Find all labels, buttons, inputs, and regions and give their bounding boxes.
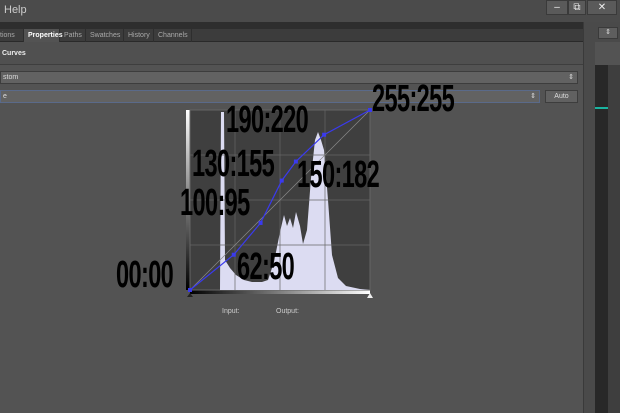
input-label: Input: — [222, 308, 240, 315]
annotation-4: 150:182 — [297, 154, 380, 196]
curve-point[interactable] — [258, 220, 263, 225]
annotation-5: 190:220 — [226, 99, 309, 141]
annotation-6: 255:255 — [372, 78, 455, 120]
curves-graph[interactable] — [0, 0, 620, 413]
tab-paths[interactable]: Paths — [60, 29, 86, 42]
tab-properties[interactable]: Properties — [24, 29, 63, 42]
curve-point[interactable] — [322, 132, 327, 137]
tab-history[interactable]: History — [124, 29, 154, 42]
annotation-1: 62:50 — [237, 246, 295, 288]
annotation-3: 130:155 — [192, 143, 275, 185]
annotation-0: 00:00 — [116, 254, 174, 296]
curve-point[interactable] — [279, 178, 284, 183]
output-label: Output: — [276, 308, 299, 315]
annotation-2: 100:95 — [180, 182, 250, 224]
tab-tions[interactable]: tions — [0, 29, 24, 42]
tab-swatches[interactable]: Swatches — [86, 29, 124, 42]
tab-channels[interactable]: Channels — [154, 29, 192, 42]
curve-point[interactable] — [231, 252, 236, 257]
input-gradient — [190, 290, 370, 294]
curve-point[interactable] — [188, 288, 192, 292]
